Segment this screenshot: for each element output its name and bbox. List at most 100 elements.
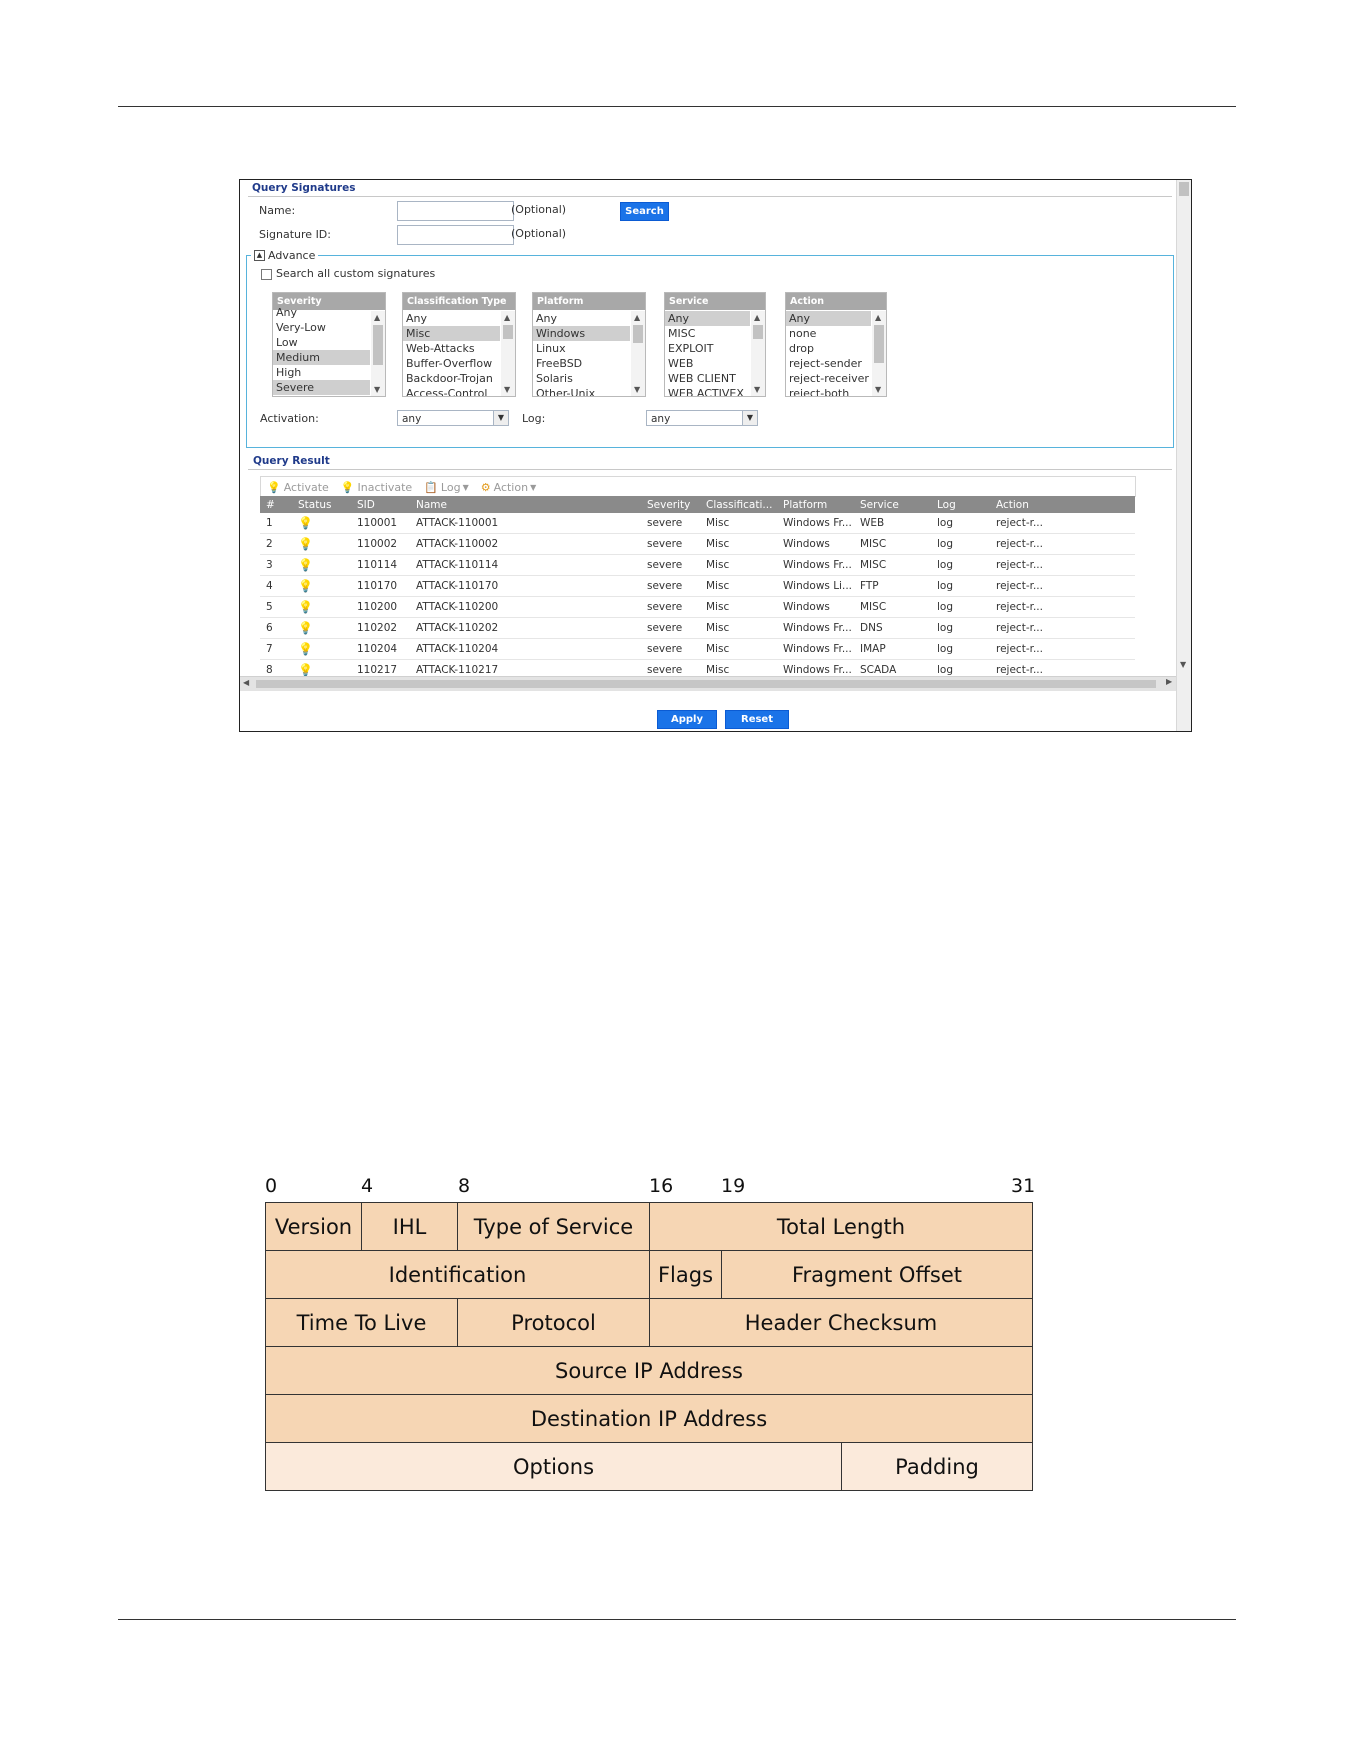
horizontal-scrollbar[interactable]: ◀ (240, 676, 1176, 691)
column-header[interactable]: # (260, 496, 292, 513)
list-item[interactable]: Backdoor-Trojan (403, 371, 500, 386)
scroll-up-icon[interactable]: ▲ (875, 313, 881, 322)
service-list-scrollbar[interactable]: ▲ ▼ (751, 311, 765, 396)
list-item[interactable]: Other-Unix (533, 386, 630, 396)
list-item[interactable]: Low (273, 335, 370, 350)
list-item[interactable]: MISC (665, 326, 750, 341)
scroll-right-icon[interactable]: ▶ (1166, 677, 1172, 686)
list-item[interactable]: Web-Attacks (403, 341, 500, 356)
table-row[interactable]: 7 💡 110204 ATTACK-110204 severe Misc Win… (260, 638, 1135, 660)
list-item-selected[interactable]: Severe (273, 380, 370, 395)
column-header[interactable]: Classificati... (700, 496, 777, 513)
list-item[interactable]: drop (786, 341, 871, 356)
column-header[interactable]: Severity (641, 496, 700, 513)
list-item[interactable]: FreeBSD (533, 356, 630, 371)
list-item[interactable]: WEB CLIENT (665, 371, 750, 386)
apply-button[interactable]: Apply (657, 710, 717, 729)
table-row[interactable]: 3 💡 110114 ATTACK-110114 severe Misc Win… (260, 554, 1135, 576)
classification-list-scrollbar[interactable]: ▲ ▼ (501, 311, 515, 396)
list-item-selected[interactable]: Any (786, 311, 871, 326)
inactivate-button[interactable]: 💡 Inactivate (341, 481, 412, 494)
list-item[interactable]: reject-receiver (786, 371, 871, 386)
column-header[interactable]: Status (292, 496, 351, 513)
platform-cell: Windows Fr... (777, 554, 854, 576)
scroll-thumb[interactable] (633, 325, 643, 343)
name-input[interactable] (397, 201, 514, 221)
activation-select[interactable]: any ▼ (397, 410, 509, 426)
log-select[interactable]: any ▼ (646, 410, 758, 426)
list-item-selected[interactable]: Any (665, 311, 750, 326)
list-item[interactable]: none (786, 326, 871, 341)
action-list-scrollbar[interactable]: ▲ ▼ (872, 311, 886, 396)
list-item[interactable]: WEB (665, 356, 750, 371)
service-listbox[interactable]: Service Any MISC EXPLOIT WEB WEB CLIENT … (664, 292, 766, 397)
list-item[interactable]: Very-Low (273, 320, 370, 335)
scroll-up-icon[interactable]: ▲ (754, 313, 760, 322)
column-header[interactable]: Service (854, 496, 931, 513)
platform-list-scrollbar[interactable]: ▲ ▼ (631, 311, 645, 396)
list-item[interactable]: reject-both (786, 386, 871, 396)
lightbulb-icon: 💡 (298, 642, 313, 656)
classification-cell: Misc (700, 575, 777, 597)
list-item[interactable]: Any (403, 311, 500, 326)
list-item[interactable]: Linux (533, 341, 630, 356)
classification-listbox[interactable]: Classification Type Any Misc Web-Attacks… (402, 292, 516, 397)
table-row[interactable]: 5 💡 110200 ATTACK-110200 severe Misc Win… (260, 596, 1135, 618)
scroll-thumb[interactable] (753, 325, 763, 339)
table-row[interactable]: 6 💡 110202 ATTACK-110202 severe Misc Win… (260, 617, 1135, 639)
scroll-thumb[interactable] (373, 325, 383, 365)
chevron-down-icon[interactable]: ▼ (742, 411, 757, 425)
list-item[interactable]: High (273, 365, 370, 380)
search-button[interactable]: Search (620, 202, 669, 221)
column-header[interactable]: Log (931, 496, 990, 513)
list-item-selected[interactable]: Medium (273, 350, 370, 365)
scroll-down-icon[interactable]: ▼ (1180, 660, 1186, 669)
severity-list-scrollbar[interactable]: ▲ ▼ (371, 311, 385, 396)
column-header[interactable]: Name (410, 496, 641, 513)
column-header[interactable]: SID (351, 496, 410, 513)
scroll-down-icon[interactable]: ▼ (634, 385, 640, 394)
log-menu-button[interactable]: 📋 Log ▼ (424, 481, 469, 494)
scroll-down-icon[interactable]: ▼ (504, 385, 510, 394)
list-item[interactable]: WEB ACTIVEX (665, 386, 750, 396)
chevron-down-icon[interactable]: ▼ (493, 411, 508, 425)
scroll-down-icon[interactable]: ▼ (374, 385, 380, 394)
action-listbox[interactable]: Action Any none drop reject-sender rejec… (785, 292, 887, 397)
list-item[interactable]: Any (533, 311, 630, 326)
log-icon: 📋 (424, 480, 438, 494)
panel-vertical-scrollbar[interactable]: ▼ (1176, 180, 1191, 731)
list-item[interactable]: EXPLOIT (665, 341, 750, 356)
table-row[interactable]: 1 💡 110001 ATTACK-110001 severe Misc Win… (260, 513, 1135, 534)
table-row[interactable]: 2 💡 110002 ATTACK-110002 severe Misc Win… (260, 533, 1135, 555)
severity-listbox[interactable]: Severity Any Very-Low Low Medium High Se… (272, 292, 386, 397)
collapse-icon[interactable]: ▲ (254, 250, 265, 261)
action-menu-button[interactable]: ⚙ Action ▼ (481, 481, 536, 494)
scroll-down-icon[interactable]: ▼ (754, 385, 760, 394)
platform-cell: Windows Fr... (777, 513, 854, 534)
scroll-up-icon[interactable]: ▲ (374, 313, 380, 322)
scroll-thumb[interactable] (1179, 182, 1189, 196)
reset-button[interactable]: Reset (725, 710, 789, 729)
scroll-down-icon[interactable]: ▼ (875, 385, 881, 394)
column-header[interactable]: Platform (777, 496, 854, 513)
signature-id-input[interactable] (397, 225, 514, 245)
list-item[interactable]: Buffer-Overflow (403, 356, 500, 371)
scroll-thumb[interactable] (256, 680, 1156, 688)
list-item[interactable]: Solaris (533, 371, 630, 386)
table-row[interactable]: 4 💡 110170 ATTACK-110170 severe Misc Win… (260, 575, 1135, 597)
platform-listbox[interactable]: Platform Any Windows Linux FreeBSD Solar… (532, 292, 646, 397)
custom-signatures-checkbox[interactable] (261, 269, 272, 280)
activate-button[interactable]: 💡 Activate (267, 481, 329, 494)
scroll-up-icon[interactable]: ▲ (504, 313, 510, 322)
list-item-selected[interactable]: Misc (403, 326, 500, 341)
list-item[interactable]: Any (273, 305, 370, 320)
advance-toggle[interactable]: ▲ Advance (251, 249, 319, 262)
scroll-left-icon[interactable]: ◀ (243, 678, 249, 687)
list-item[interactable]: reject-sender (786, 356, 871, 371)
list-item[interactable]: Access-Control (403, 386, 500, 396)
scroll-up-icon[interactable]: ▲ (634, 313, 640, 322)
list-item-selected[interactable]: Windows (533, 326, 630, 341)
column-header[interactable]: Action (990, 496, 1135, 513)
scroll-thumb[interactable] (503, 325, 513, 339)
scroll-thumb[interactable] (874, 325, 884, 363)
